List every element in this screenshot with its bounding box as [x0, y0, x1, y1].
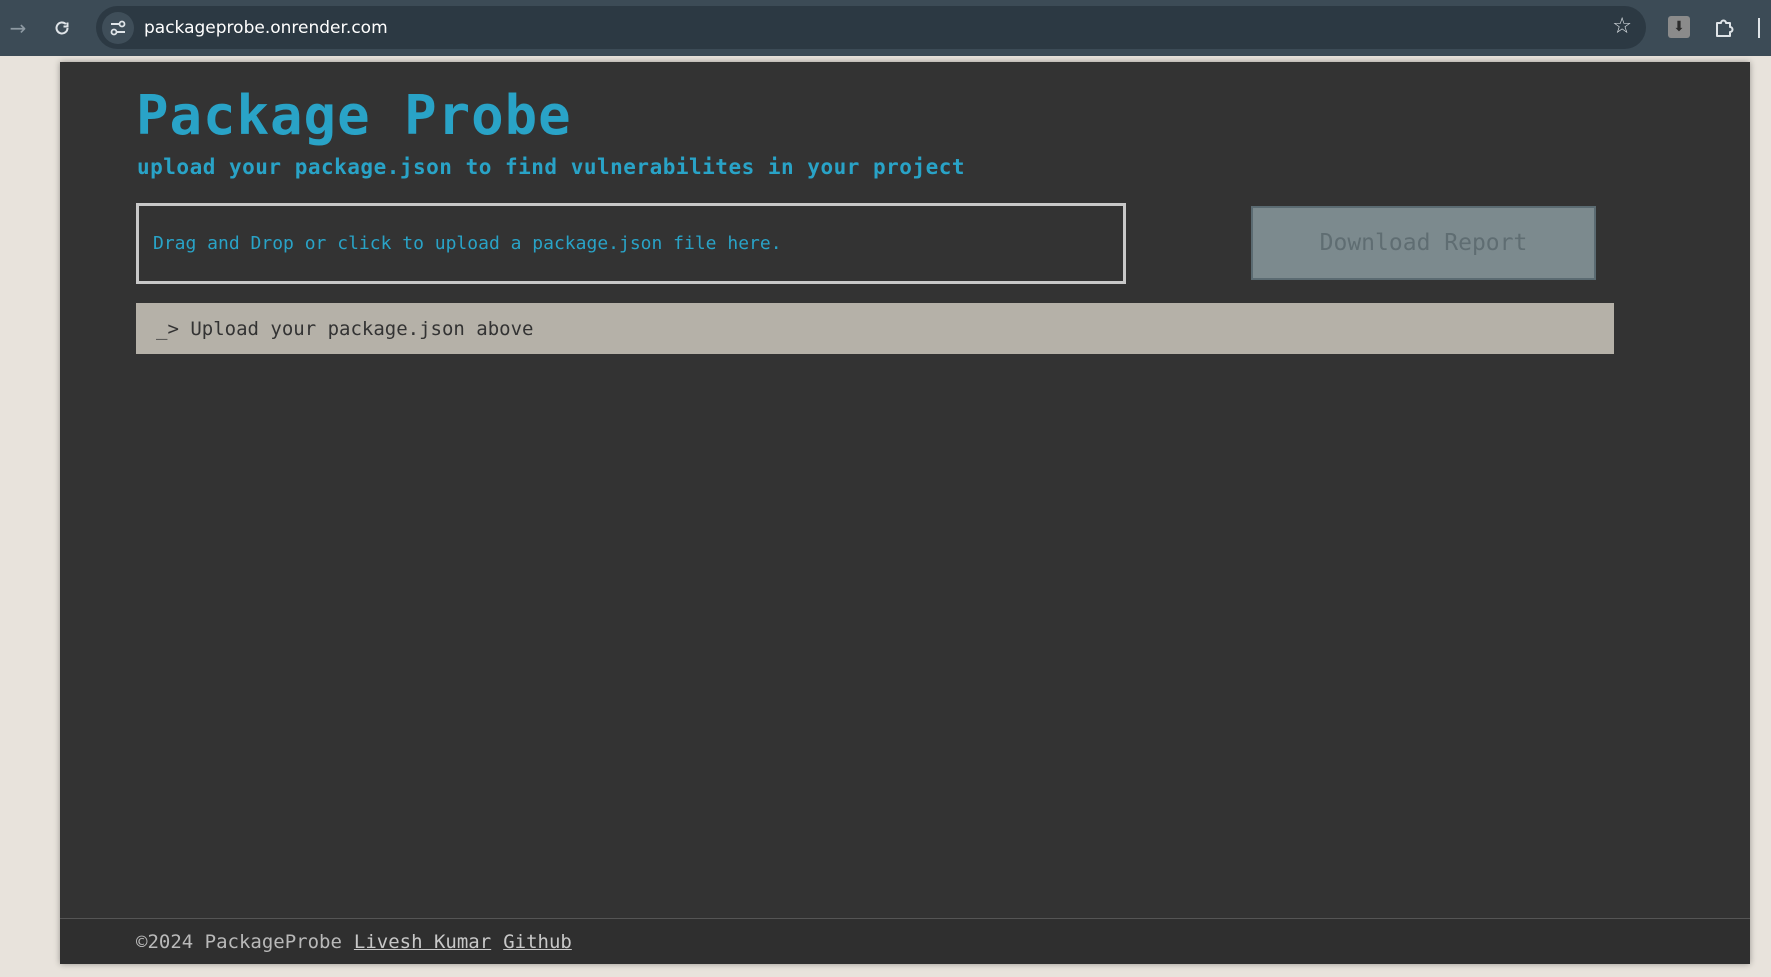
extensions-button[interactable] [1710, 12, 1740, 42]
status-console: _> Upload your package.json above [136, 303, 1614, 354]
footer: ©2024 PackageProbe Livesh Kumar Github [60, 918, 1750, 964]
puzzle-icon [1716, 19, 1734, 37]
site-info-button[interactable] [102, 11, 134, 44]
page-subtitle: upload your package.json to find vulnera… [137, 155, 966, 179]
page-title: Package Probe [136, 84, 572, 147]
bookmark-star-icon[interactable]: ☆ [1612, 14, 1632, 40]
browser-toolbar: → packageprobe.onrender.com ☆ ⬇ [0, 0, 1771, 56]
reload-button[interactable] [46, 12, 78, 44]
forward-button[interactable]: → [2, 12, 34, 44]
dropzone-label: Drag and Drop or click to upload a packa… [153, 233, 782, 254]
tune-icon [110, 20, 126, 35]
page-container: Package Probe upload your package.json t… [60, 62, 1750, 964]
download-extension-icon[interactable]: ⬇ [1668, 16, 1690, 38]
copyright-text: ©2024 PackageProbe [136, 930, 342, 953]
arrow-right-icon: → [9, 16, 27, 40]
github-link[interactable]: Github [503, 931, 572, 953]
address-bar[interactable]: packageprobe.onrender.com ☆ [96, 6, 1646, 49]
author-link[interactable]: Livesh Kumar [354, 931, 491, 953]
url-text[interactable]: packageprobe.onrender.com [144, 18, 388, 38]
upload-dropzone[interactable]: Drag and Drop or click to upload a packa… [136, 203, 1126, 284]
reload-icon [55, 21, 69, 35]
download-report-button[interactable]: Download Report [1251, 206, 1596, 280]
toolbar-divider [1758, 18, 1760, 38]
